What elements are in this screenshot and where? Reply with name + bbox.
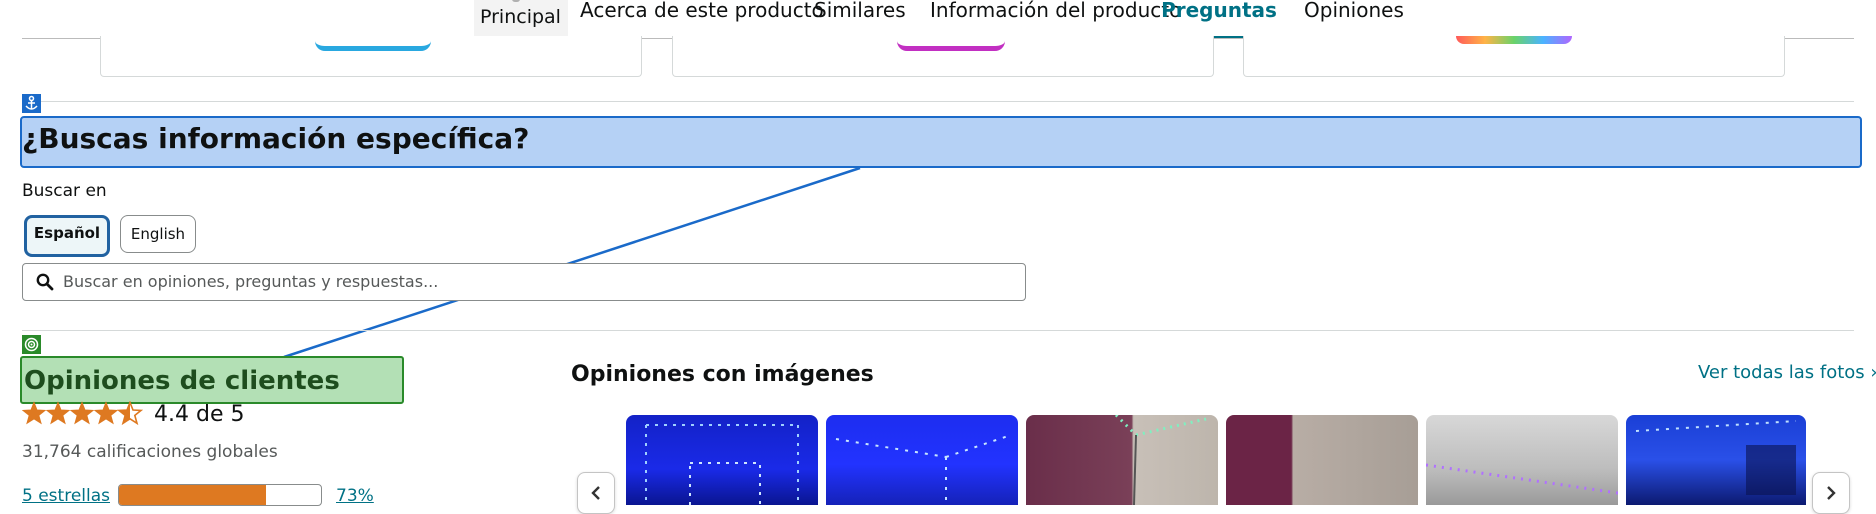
see-all-photos-link[interactable]: Ver todas las fotos › bbox=[1698, 362, 1876, 383]
review-image-thumbnail[interactable] bbox=[1626, 415, 1806, 505]
review-image-thumbnail[interactable] bbox=[626, 415, 818, 505]
led-room-photo bbox=[645, 424, 799, 505]
led-room-photo bbox=[1635, 420, 1797, 495]
image-reviews-heading: Opiniones con imágenes bbox=[571, 362, 874, 387]
five-star-link[interactable]: 5 estrellas bbox=[22, 486, 110, 506]
review-search-box[interactable] bbox=[22, 263, 1026, 301]
global-ratings-count: 31,764 calificaciones globales bbox=[22, 442, 278, 462]
customer-reviews-heading: Opiniones de clientes bbox=[24, 366, 340, 396]
five-star-percent[interactable]: 73% bbox=[336, 486, 374, 506]
histogram-fill bbox=[119, 485, 267, 505]
review-image-thumbnail[interactable] bbox=[1026, 415, 1218, 505]
led-room-photo bbox=[1114, 415, 1207, 505]
carousel-prev-button[interactable] bbox=[577, 472, 615, 514]
review-search-input[interactable] bbox=[59, 264, 1013, 298]
review-image-thumbnail[interactable] bbox=[1226, 415, 1418, 505]
target-icon bbox=[22, 335, 41, 354]
section-divider bbox=[22, 330, 1854, 331]
carousel-next-button[interactable] bbox=[1812, 472, 1850, 514]
led-room-photo bbox=[1426, 463, 1618, 495]
review-image-thumbnail[interactable] bbox=[1426, 415, 1618, 505]
average-rating-text: 4.4 de 5 bbox=[154, 402, 245, 427]
search-icon bbox=[36, 273, 54, 291]
review-image-thumbnail[interactable] bbox=[826, 415, 1018, 505]
led-room-photo bbox=[835, 434, 1012, 505]
search-in-label: Buscar en bbox=[22, 181, 107, 201]
five-star-histogram-bar[interactable] bbox=[118, 484, 322, 506]
language-spanish-button[interactable]: Español bbox=[24, 215, 110, 257]
star-rating-icon bbox=[22, 401, 142, 425]
language-english-button[interactable]: English bbox=[120, 215, 196, 253]
